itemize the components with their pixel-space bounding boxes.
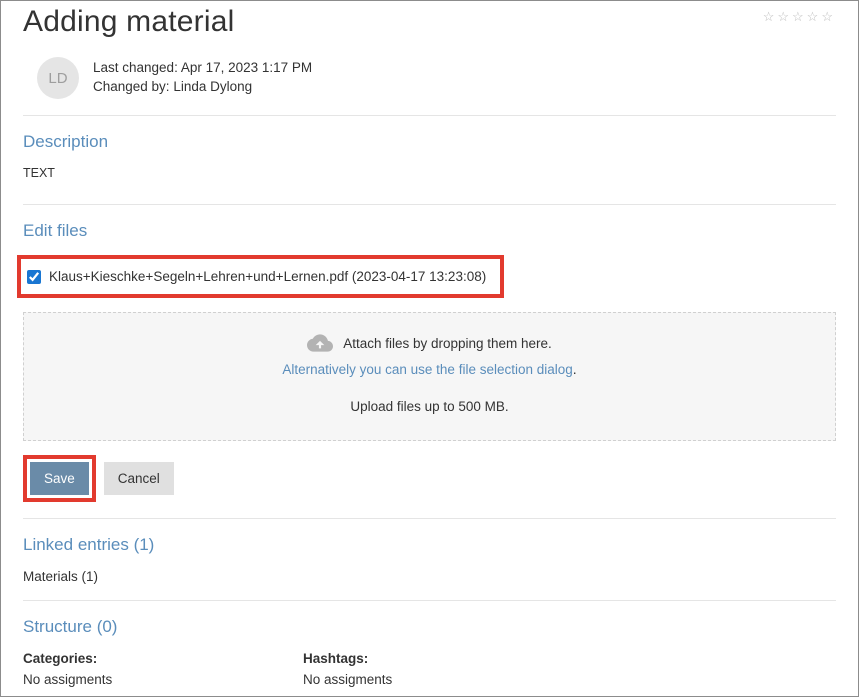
last-changed-label: Last changed: <box>93 60 178 75</box>
cancel-button[interactable]: Cancel <box>104 462 174 495</box>
linked-entries-section: Linked entries (1) Materials (1) <box>23 519 836 600</box>
file-selection-link[interactable]: Alternatively you can use the file selec… <box>282 362 572 377</box>
save-button-highlight: Save <box>23 455 96 502</box>
cloud-upload-icon <box>307 333 333 353</box>
last-changed-value: Apr 17, 2023 1:17 PM <box>181 60 312 75</box>
linked-entries-sub: Materials (1) <box>23 569 836 584</box>
save-button[interactable]: Save <box>30 462 89 495</box>
edit-files-title: Edit files <box>23 221 836 241</box>
link-suffix: . <box>573 361 577 377</box>
description-title: Description <box>23 132 836 152</box>
avatar: LD <box>37 57 79 99</box>
rating-stars[interactable]: ☆☆☆☆☆ <box>763 5 836 25</box>
hashtags-label: Hashtags: <box>303 651 503 666</box>
categories-label: Categories: <box>23 651 223 666</box>
file-dropzone[interactable]: Attach files by dropping them here. Alte… <box>23 312 836 441</box>
file-row-highlight: Klaus+Kieschke+Segeln+Lehren+und+Lernen.… <box>17 255 504 298</box>
file-name: Klaus+Kieschke+Segeln+Lehren+und+Lernen.… <box>49 269 486 284</box>
structure-title: Structure (0) <box>23 617 836 637</box>
changed-by-label: Changed by: <box>93 79 170 94</box>
changed-info: LD Last changed: Apr 17, 2023 1:17 PM Ch… <box>23 57 836 99</box>
description-body: TEXT <box>23 166 836 180</box>
changed-by-value: Linda Dylong <box>173 79 252 94</box>
hashtags-value: No assigments <box>303 672 503 687</box>
categories-value: No assigments <box>23 672 223 687</box>
structure-section: Structure (0) Categories: No assigments … <box>23 601 836 691</box>
file-checkbox[interactable] <box>27 270 41 284</box>
description-section: Description TEXT <box>23 116 836 204</box>
linked-entries-title: Linked entries (1) <box>23 535 836 555</box>
dropzone-size-limit: Upload files up to 500 MB. <box>34 399 825 414</box>
page-title: Adding material <box>23 5 234 39</box>
dropzone-text: Attach files by dropping them here. <box>343 336 552 351</box>
edit-files-section: Edit files Klaus+Kieschke+Segeln+Lehren+… <box>23 205 836 508</box>
